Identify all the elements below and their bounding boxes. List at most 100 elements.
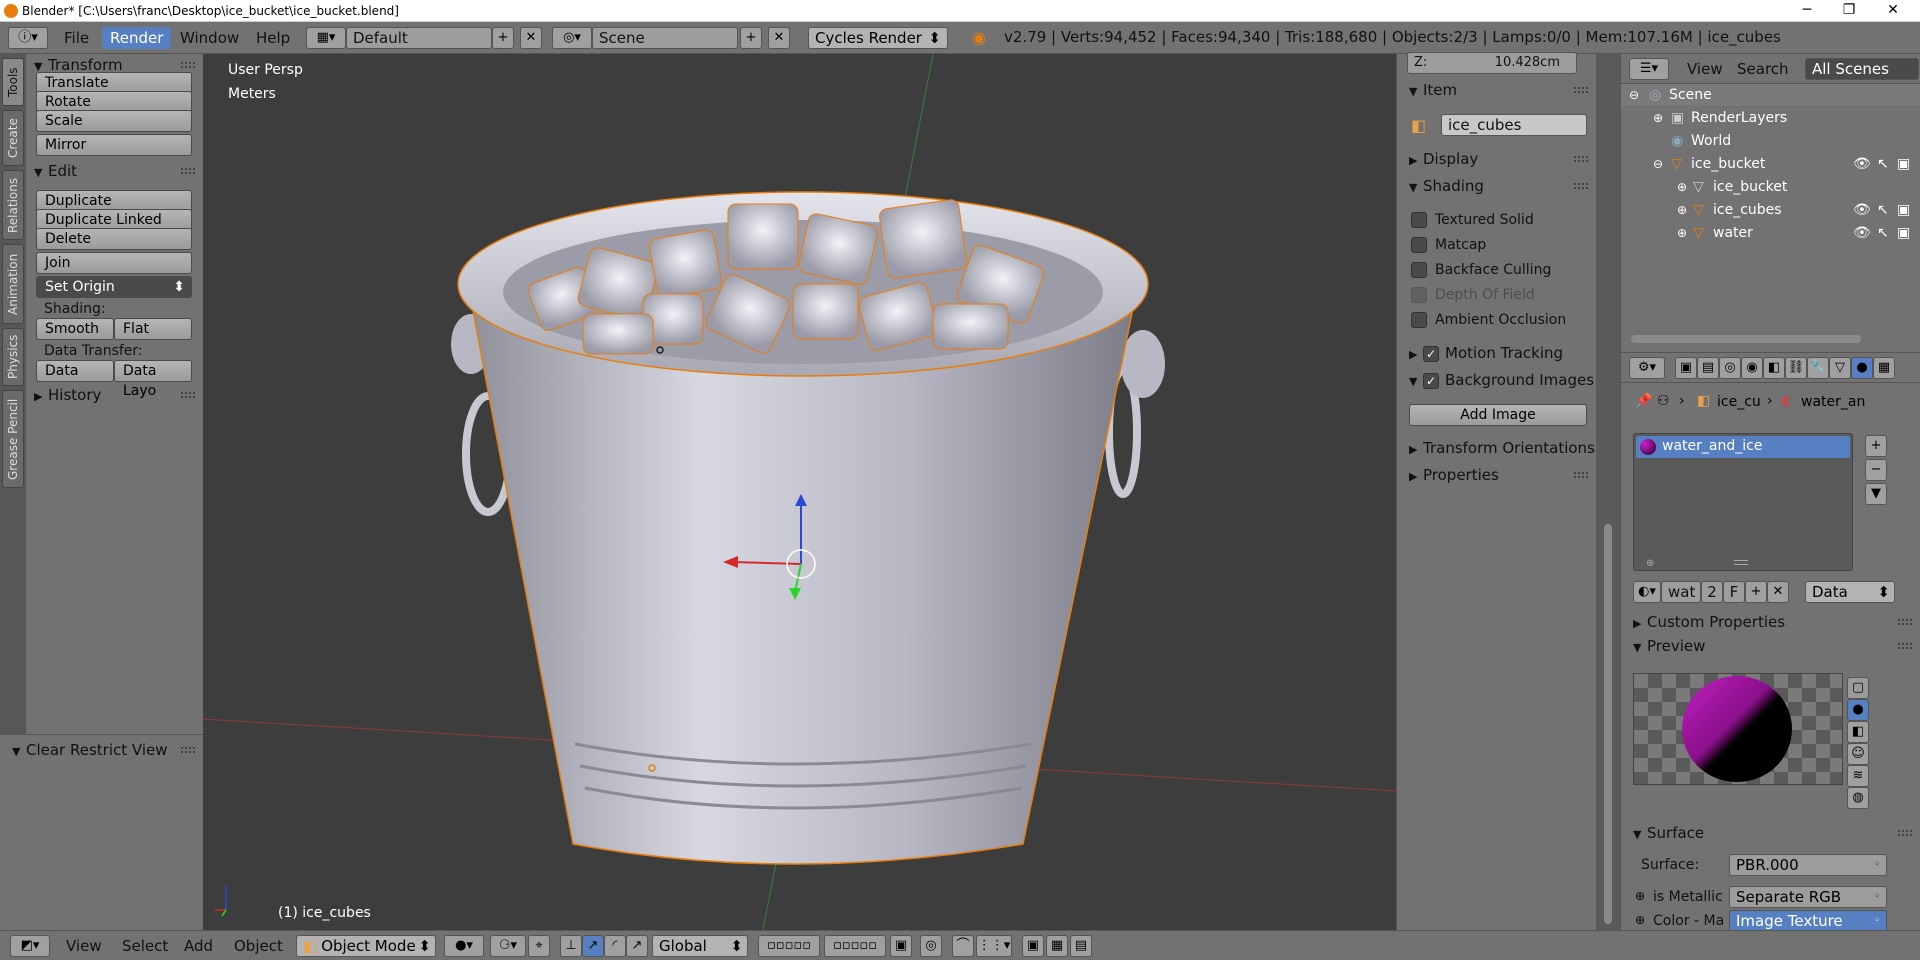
textured-solid-checkbox[interactable] — [1411, 212, 1427, 228]
region-scrollbar[interactable] — [1596, 54, 1620, 930]
add-material-slot-button[interactable]: + — [1865, 435, 1887, 457]
history-panel-header[interactable]: ▶ History — [34, 384, 101, 406]
material-tab-icon[interactable]: ● — [1851, 357, 1873, 379]
tab-animation[interactable]: Animation — [2, 244, 24, 324]
item-panel-header[interactable]: ▼ Item — [1409, 79, 1457, 101]
scene-layers-grid-1[interactable]: ▫▫▫▫▫ — [758, 935, 820, 957]
visibility-eye-icon[interactable]: 👁 — [1853, 222, 1871, 244]
viewport-shading-dropdown[interactable]: ●▾ — [444, 935, 484, 957]
mirror-button[interactable]: Mirror — [36, 134, 192, 156]
preview-flat-icon[interactable]: ▢ — [1847, 677, 1869, 699]
world-tab-icon[interactable]: ◉ — [1741, 357, 1763, 379]
translate-manipulator-icon[interactable]: ⊥ — [560, 935, 582, 957]
selectability-arrow-icon[interactable]: ↖ — [1877, 222, 1889, 244]
material-browse-icon[interactable]: ◐▾ — [1633, 581, 1661, 603]
list-resize-icon[interactable]: ⊕ — [1646, 558, 1654, 569]
breadcrumb-material[interactable]: water_an — [1801, 394, 1865, 410]
smooth-button[interactable]: Smooth — [36, 318, 114, 340]
material-users-count[interactable]: 2 — [1701, 581, 1723, 603]
slot-specials-button[interactable]: ▼ — [1865, 483, 1887, 505]
preview-cube-icon[interactable]: ◧ — [1847, 721, 1869, 743]
outliner-row-ice-cubes[interactable]: ⊕ ▽ ice_cubes 👁 ↖ ▣ — [1621, 199, 1920, 221]
outliner-row-renderlayers[interactable]: ⊕ ▣ RenderLayers — [1621, 107, 1920, 129]
object-name-field[interactable]: ice_cubes — [1441, 114, 1587, 136]
collapse-toggle-icon[interactable]: ⊖ — [1653, 153, 1663, 175]
tab-physics[interactable]: Physics — [2, 328, 24, 386]
snap-element-dropdown[interactable]: ⋮⋮▾ — [976, 935, 1012, 957]
depth-of-field-checkbox[interactable] — [1411, 287, 1427, 303]
manipulator-toggle-icon[interactable]: ⌖ — [528, 935, 550, 957]
preview-panel-header[interactable]: ▼ Preview — [1633, 635, 1705, 657]
expand-socket-icon[interactable]: ⊕ — [1635, 889, 1645, 903]
pin-icon[interactable]: 📌 — [1635, 393, 1652, 409]
minimize-button[interactable]: ─ — [1784, 0, 1830, 22]
opengl-render-icon[interactable]: ▣ — [1022, 935, 1044, 957]
unlink-material-button[interactable]: ✕ — [1767, 581, 1789, 603]
scale-button[interactable]: Scale — [36, 110, 192, 132]
menu-file[interactable]: File — [56, 27, 97, 49]
expand-toggle-icon[interactable]: ⊕ — [1677, 199, 1687, 221]
outliner-filter-dropdown[interactable]: All Scenes — [1805, 58, 1919, 80]
texture-tab-icon[interactable]: ▦ — [1873, 357, 1895, 379]
surface-shader-field[interactable]: PBR.000 ◦ — [1729, 854, 1887, 876]
preview-hair-icon[interactable]: ≋ — [1847, 765, 1869, 787]
editor-type-info-icon[interactable]: ⓘ▾ — [8, 27, 48, 49]
drag-grip-icon[interactable] — [1898, 830, 1912, 836]
selectability-arrow-icon[interactable]: ↖ — [1877, 199, 1889, 221]
preview-sky-icon[interactable]: ◍ — [1847, 787, 1869, 809]
motion-tracking-panel-header[interactable]: ▶ ✓ Motion Tracking — [1409, 342, 1563, 364]
ambient-occlusion-checkbox[interactable] — [1411, 312, 1427, 328]
tab-create[interactable]: Create — [2, 110, 24, 166]
material-name-field[interactable]: wat — [1661, 581, 1701, 603]
scale-manipulator-icon[interactable]: ◜ — [604, 935, 626, 957]
menu-select[interactable]: Select — [122, 937, 168, 955]
maximize-button[interactable]: ❐ — [1826, 0, 1872, 22]
delete-button[interactable]: Delete — [36, 228, 192, 250]
clear-restrict-view-header[interactable]: ▼ Clear Restrict View — [12, 739, 168, 761]
remove-material-slot-button[interactable]: − — [1865, 459, 1887, 481]
visibility-eye-icon[interactable]: 👁 — [1853, 153, 1871, 175]
proportional-edit-icon[interactable]: ◎ — [920, 935, 942, 957]
render-layers-tab-icon[interactable]: ▤ — [1697, 357, 1719, 379]
3d-viewport[interactable]: User Persp Meters (1) ice_cubes — [203, 54, 1396, 930]
set-origin-dropdown[interactable]: Set Origin ⬍ — [36, 276, 192, 298]
renderability-camera-icon[interactable]: ▣ — [1897, 222, 1910, 244]
screen-layout-icon[interactable]: ▦▾ — [306, 27, 346, 49]
drag-grip-icon[interactable] — [1898, 619, 1912, 625]
snap-toggle-icon[interactable]: ⌒ — [952, 935, 974, 957]
rotate-manipulator-icon[interactable]: ↗ — [582, 935, 604, 957]
remove-screen-icon[interactable]: ✕ — [520, 27, 542, 49]
background-images-panel-header[interactable]: ▼ ✓ Background Images — [1409, 369, 1594, 391]
motion-tracking-checkbox[interactable]: ✓ — [1423, 345, 1439, 362]
is-metallic-input-field[interactable]: Separate RGB ◦ — [1729, 886, 1887, 908]
menu-render[interactable]: Render — [102, 27, 172, 49]
collapse-toggle-icon[interactable]: ⊖ — [1629, 84, 1639, 106]
surface-panel-header[interactable]: ▼ Surface — [1633, 822, 1704, 844]
drag-grip-icon[interactable] — [181, 392, 195, 398]
render-engine-dropdown[interactable]: Cycles Render ⬍ — [808, 27, 948, 49]
render-tab-icon[interactable]: ▣ — [1675, 357, 1697, 379]
selectability-arrow-icon[interactable]: ↖ — [1877, 153, 1889, 175]
preview-monkey-icon[interactable]: ☺ — [1847, 743, 1869, 765]
pivot-point-dropdown[interactable]: ⚆▾ — [490, 935, 526, 957]
opengl-render-animation-icon[interactable]: ▦ — [1046, 935, 1068, 957]
data-transfer-button[interactable]: Data — [36, 360, 114, 382]
scene-field[interactable]: Scene — [592, 27, 738, 49]
display-panel-header[interactable]: ▶ Display — [1409, 148, 1478, 170]
list-resize-grip[interactable] — [1734, 560, 1748, 565]
edit-panel-header[interactable]: ▼ Edit — [34, 160, 77, 182]
add-screen-icon[interactable]: + — [492, 27, 514, 49]
drag-grip-icon[interactable] — [1574, 183, 1588, 189]
editor-type-outliner-icon[interactable]: ☰▾ — [1629, 58, 1669, 80]
custom-properties-panel-header[interactable]: ▶ Custom Properties — [1633, 611, 1785, 633]
tab-grease-pencil[interactable]: Grease Pencil — [2, 390, 24, 488]
fake-user-toggle[interactable]: F — [1723, 581, 1745, 603]
menu-view[interactable]: View — [66, 937, 102, 955]
menu-object[interactable]: Object — [234, 937, 283, 955]
drag-grip-icon[interactable] — [181, 62, 195, 68]
material-slot-list[interactable]: water_and_ice ⊕ — [1633, 433, 1853, 571]
renderability-camera-icon[interactable]: ▣ — [1897, 199, 1910, 221]
close-window-button[interactable]: ✕ — [1870, 0, 1916, 22]
flat-button[interactable]: Flat — [114, 318, 192, 340]
color-map-input-field[interactable]: Image Texture ◦ — [1729, 910, 1887, 932]
